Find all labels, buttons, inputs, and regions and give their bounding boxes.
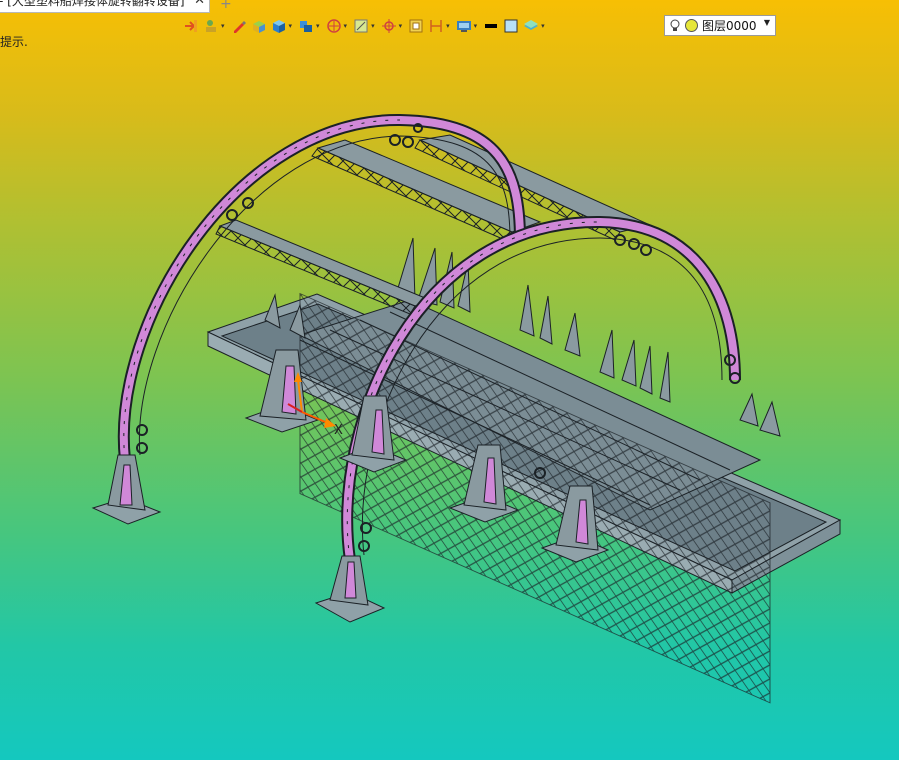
pedestal	[91, 454, 162, 525]
view-toolbar: ▾ ▾ ▾ ▾ ▾ ▾ ▾ ▾ ▾	[182, 15, 642, 37]
pencil-icon[interactable]	[230, 17, 248, 35]
layer-stack-icon[interactable]	[522, 17, 540, 35]
document-tab-title: - [大型塑料船焊接体旋转翻转设备]	[0, 0, 185, 8]
line-color-icon[interactable]	[482, 17, 500, 35]
chevron-down-icon[interactable]: ▾	[344, 17, 348, 35]
fill-color-icon[interactable]	[502, 17, 520, 35]
assembly-icon[interactable]	[297, 17, 315, 35]
new-tab-icon[interactable]: +	[220, 0, 232, 12]
chevron-down-icon[interactable]: ▼	[764, 18, 770, 27]
chevron-down-icon[interactable]: ▾	[221, 17, 225, 35]
close-tab-icon[interactable]: ✕	[194, 0, 205, 8]
box-solid-icon[interactable]	[250, 17, 268, 35]
fit-view-icon[interactable]	[407, 17, 425, 35]
status-hint: 提示.	[0, 35, 28, 49]
dimension-icon[interactable]	[427, 17, 445, 35]
layer-color-swatch	[685, 19, 698, 32]
chevron-down-icon[interactable]: ▾	[371, 17, 375, 35]
section-view-icon[interactable]	[325, 17, 343, 35]
layer-tools-icon[interactable]	[202, 17, 220, 35]
tab-bar: - [大型塑料船焊接体旋转翻转设备] ✕ +	[0, 0, 899, 14]
chevron-down-icon[interactable]: ▾	[399, 17, 403, 35]
chevron-down-icon[interactable]: ▾	[541, 17, 545, 35]
cube-icon[interactable]	[270, 17, 288, 35]
lightbulb-icon[interactable]	[670, 19, 680, 33]
coordinate-icon[interactable]	[380, 17, 398, 35]
3d-viewport[interactable]: X - [大型塑料船焊接体旋转翻转设备] ✕ + 提示. ▾ ▾ ▾ ▾ ▾ ▾…	[0, 0, 899, 760]
rotating-frame-model[interactable]: X	[0, 0, 899, 760]
x-axis-label: X	[334, 423, 343, 438]
inner-truss	[299, 292, 771, 704]
chevron-down-icon[interactable]: ▾	[446, 17, 450, 35]
chevron-down-icon[interactable]: ▾	[316, 17, 320, 35]
layer-select[interactable]: 图层0000 ▼	[664, 15, 776, 36]
document-tab[interactable]: - [大型塑料船焊接体旋转翻转设备] ✕	[0, 0, 210, 13]
display-mode-icon[interactable]	[455, 17, 473, 35]
import-icon[interactable]	[182, 17, 200, 35]
chevron-down-icon[interactable]: ▾	[474, 17, 478, 35]
layer-select-value: 图层0000	[702, 19, 757, 33]
chevron-down-icon[interactable]: ▾	[289, 17, 293, 35]
pedestal	[314, 555, 386, 623]
frame-view-icon[interactable]	[352, 17, 370, 35]
